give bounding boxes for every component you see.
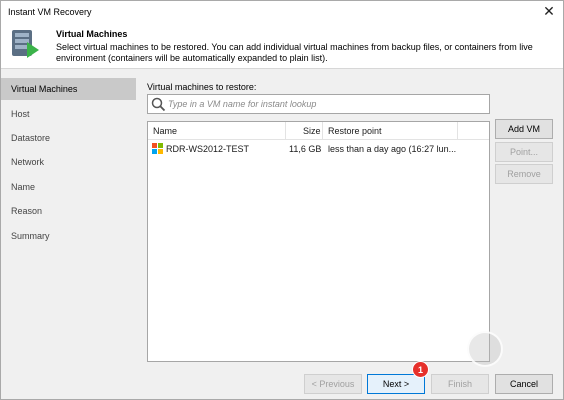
previous-button[interactable]: < Previous bbox=[304, 374, 362, 394]
search-icon bbox=[151, 97, 166, 112]
column-header-size[interactable]: Size bbox=[303, 126, 321, 136]
column-header-restore-point[interactable]: Restore point bbox=[328, 126, 382, 136]
step-summary[interactable]: Summary bbox=[1, 225, 136, 247]
step-network[interactable]: Network bbox=[1, 151, 136, 173]
step-annotation-badge: 1 bbox=[412, 361, 429, 378]
wizard-content: Virtual machines to restore: Name Size R… bbox=[137, 70, 563, 366]
vm-list-label: Virtual machines to restore: bbox=[147, 82, 257, 92]
remove-button[interactable]: Remove bbox=[495, 164, 553, 184]
vm-table: Name Size Restore point RDR-WS2012-TEST … bbox=[147, 121, 490, 362]
table-row[interactable]: RDR-WS2012-TEST 11,6 GB less than a day … bbox=[148, 140, 489, 158]
rdr-watermark-logo bbox=[467, 331, 503, 367]
step-host[interactable]: Host bbox=[1, 103, 136, 125]
vm-restore-point-cell: less than a day ago (16:27 lun... bbox=[328, 144, 457, 154]
page-description: Select virtual machines to be restored. … bbox=[56, 42, 533, 63]
wizard-steps: Virtual Machines Host Datastore Network … bbox=[1, 70, 136, 360]
cancel-button[interactable]: Cancel bbox=[495, 374, 553, 394]
point-button[interactable]: Point... bbox=[495, 142, 553, 162]
add-vm-button[interactable]: Add VM bbox=[495, 119, 553, 139]
wizard-header: Virtual Machines Select virtual machines… bbox=[1, 24, 563, 69]
close-icon[interactable]: ✕ bbox=[541, 3, 557, 19]
step-virtual-machines[interactable]: Virtual Machines bbox=[1, 78, 136, 100]
vm-search-box[interactable] bbox=[147, 94, 490, 114]
vm-search-input[interactable] bbox=[168, 97, 486, 111]
vm-size-cell: 11,6 GB bbox=[289, 144, 322, 154]
window-title: Instant VM Recovery bbox=[8, 7, 92, 17]
step-name[interactable]: Name bbox=[1, 176, 136, 198]
column-header-name[interactable]: Name bbox=[153, 126, 177, 136]
wizard-footer: < Previous Next > Finish Cancel bbox=[1, 367, 563, 399]
page-title: Virtual Machines bbox=[56, 29, 128, 39]
step-datastore[interactable]: Datastore bbox=[1, 127, 136, 149]
title-bar: Instant VM Recovery ✕ bbox=[1, 1, 563, 24]
finish-button[interactable]: Finish bbox=[431, 374, 489, 394]
vm-icon bbox=[152, 143, 163, 154]
table-header: Name Size Restore point bbox=[148, 122, 489, 140]
vm-restore-icon bbox=[12, 30, 39, 58]
instant-vm-recovery-window: Instant VM Recovery ✕ Virtual Machines S… bbox=[0, 0, 564, 400]
step-reason[interactable]: Reason bbox=[1, 200, 136, 222]
vm-name-cell: RDR-WS2012-TEST bbox=[166, 144, 250, 154]
